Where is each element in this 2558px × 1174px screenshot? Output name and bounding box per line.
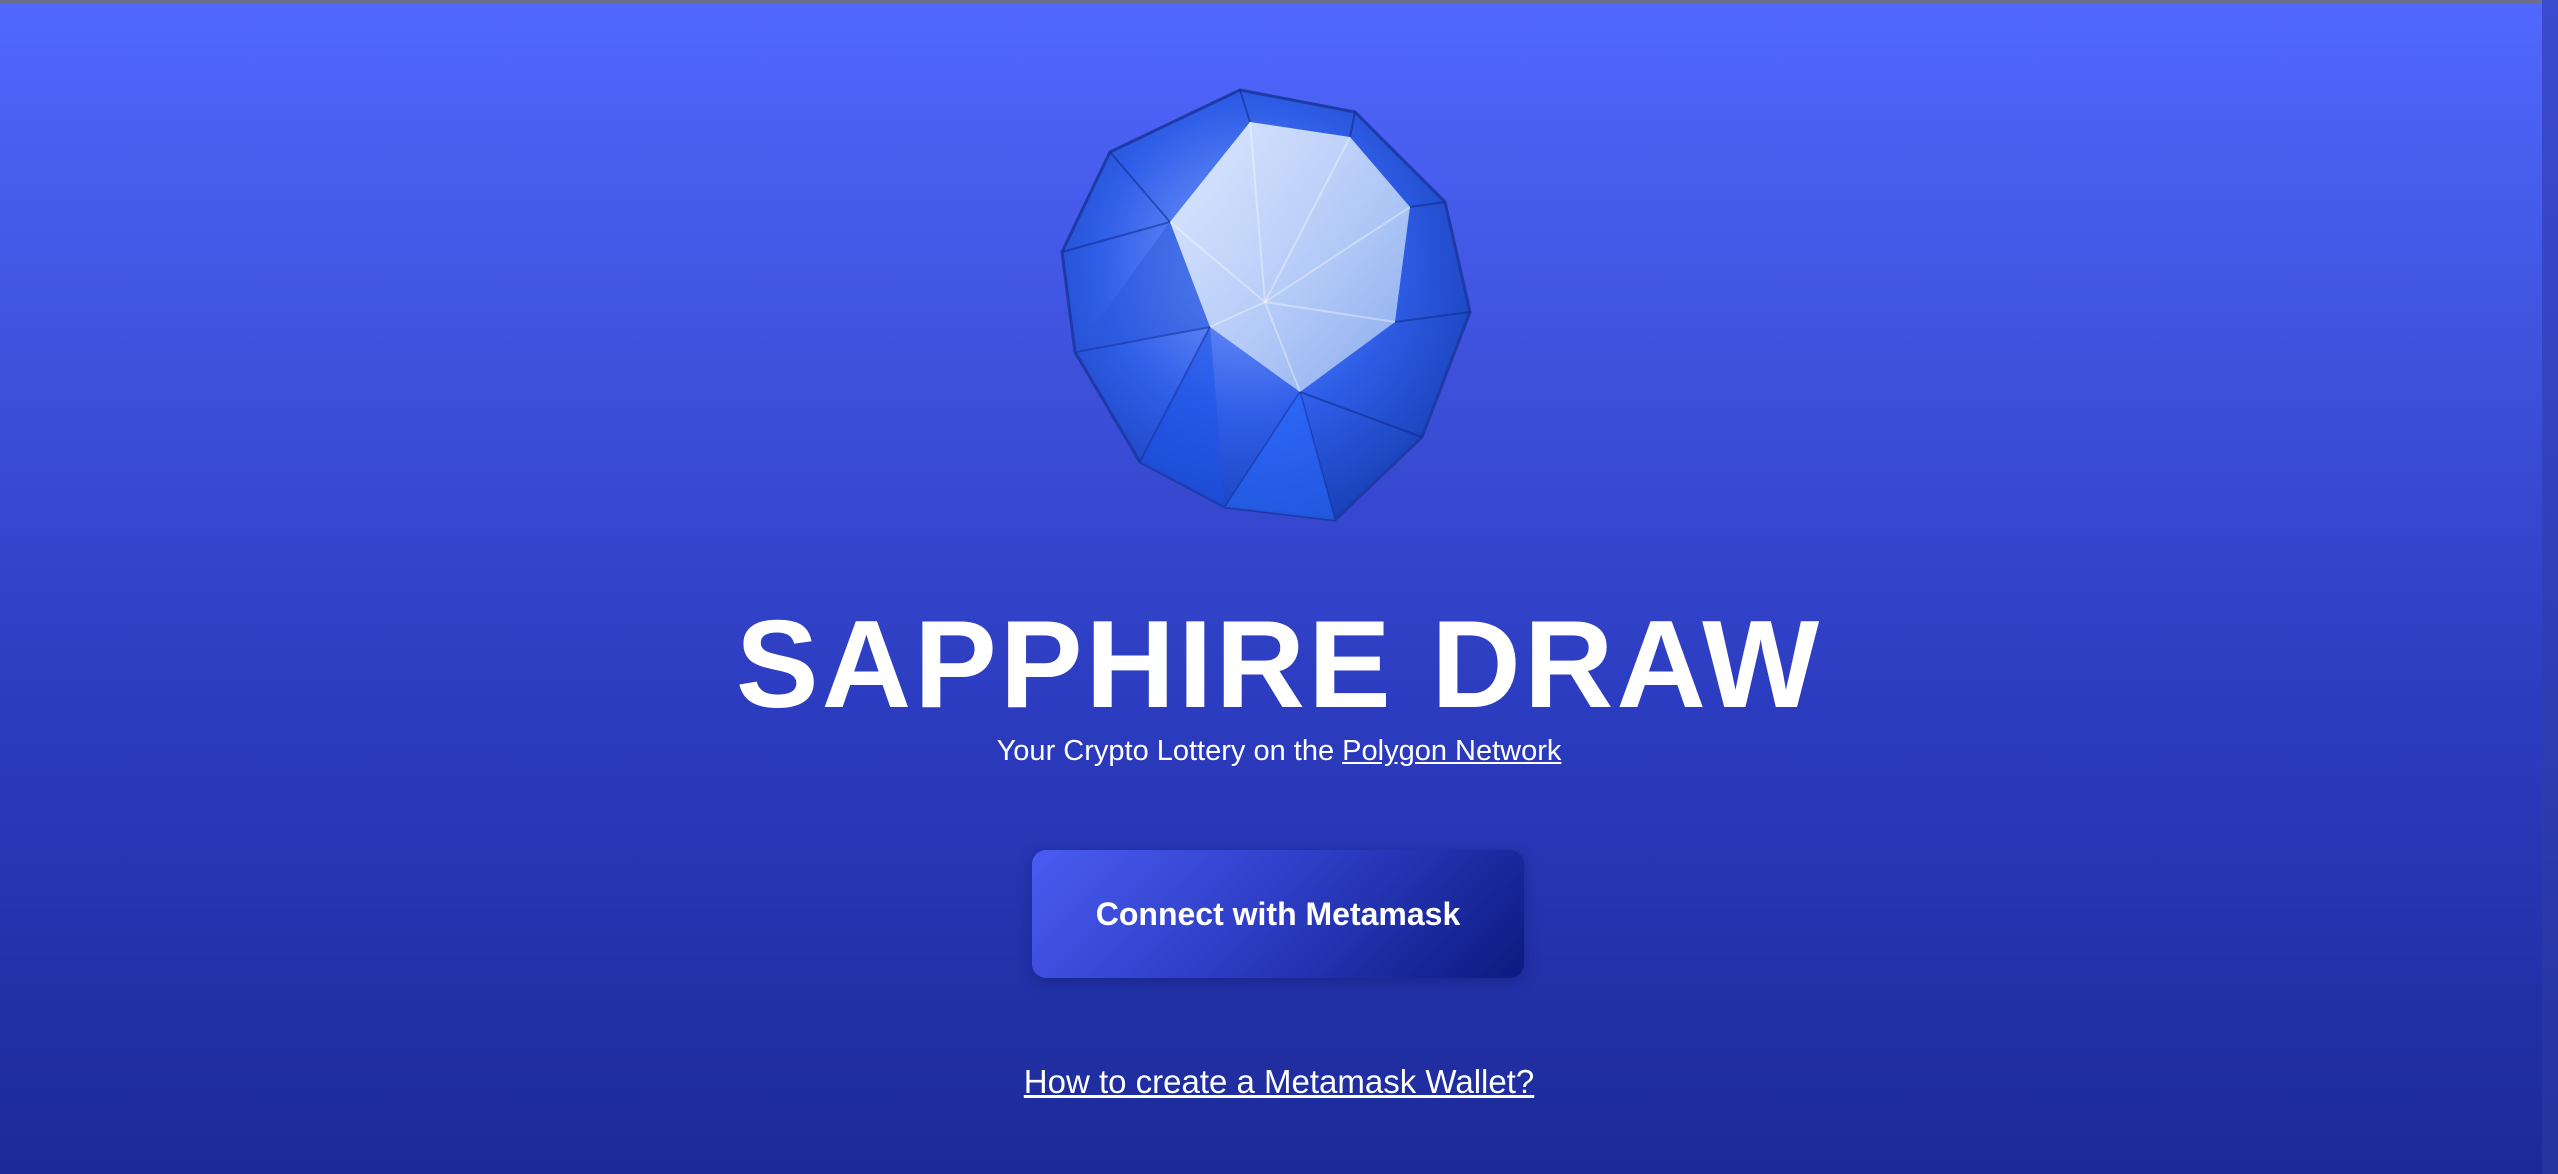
page-title: SAPPHIRE DRAW [735,596,1823,734]
connect-metamask-button[interactable]: Connect with Metamask [1032,850,1524,978]
polygon-network-link[interactable]: Polygon Network [1342,735,1561,767]
metamask-help-link[interactable]: How to create a Metamask Wallet? [1024,1063,1534,1100]
scrollbar-track[interactable] [2542,0,2558,1174]
window-top-border [0,0,2558,3]
tagline: Your Crypto Lottery on the Polygon Netwo… [0,733,2558,769]
help-link-container: How to create a Metamask Wallet? [0,1062,2558,1102]
sapphire-gem-icon [1050,82,1500,532]
tagline-text: Your Crypto Lottery on the [996,735,1343,767]
